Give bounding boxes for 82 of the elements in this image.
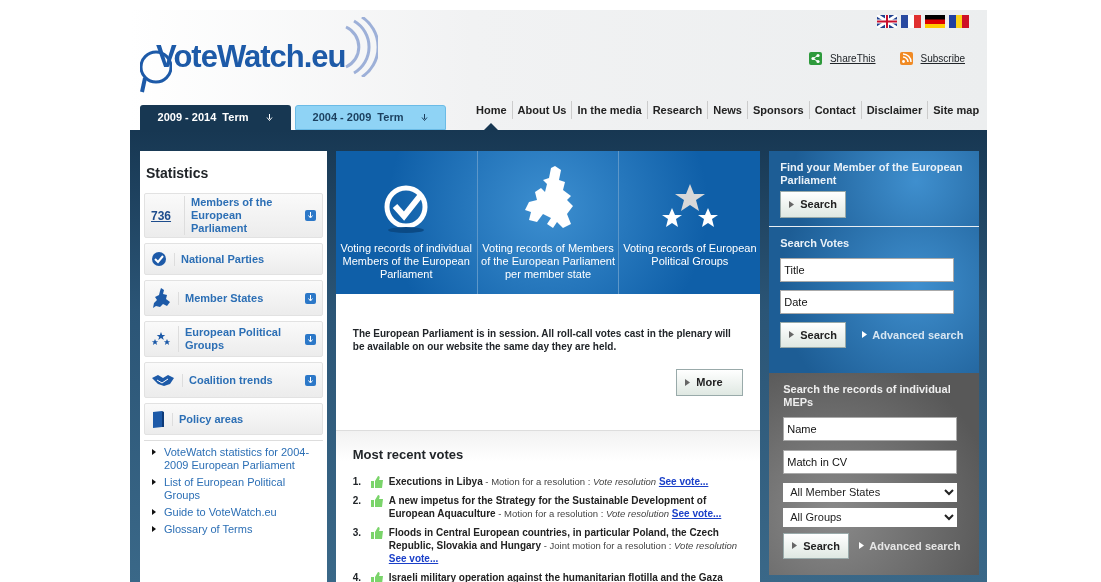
section-title: Statistics: [146, 164, 210, 183]
down-arrow-icon: [266, 114, 274, 121]
advanced-search-link[interactable]: Advanced search: [862, 326, 964, 343]
more-button[interactable]: More: [676, 369, 744, 396]
member-count[interactable]: 736: [151, 206, 177, 225]
thumbs-up-icon: [369, 474, 384, 488]
stat-menu-item[interactable]: European Political Groups: [144, 321, 323, 357]
stat-menu-item[interactable]: Member States: [144, 280, 323, 316]
triangle-icon: [792, 542, 798, 550]
bullet-icon: [152, 509, 156, 515]
panel-title: Search the records of individual MEPs: [783, 382, 952, 409]
triangle-icon: [789, 331, 795, 339]
term-tab[interactable]: 2004 - 2009 Term: [295, 105, 446, 130]
list-number: 1.: [352, 474, 363, 488]
nav-link[interactable]: In the media: [572, 101, 647, 119]
banner-tile[interactable]: Voting records of Members of the European Parliament per member state: [476, 151, 619, 294]
thumbs-up-icon: [369, 493, 384, 507]
vote-entry: A new impetus for the Strategy for the Sustainable Development of European Aquaculture - Motion for a resolution : Vote resolution See vote...: [388, 493, 723, 520]
subscribe-link[interactable]: Subscribe: [899, 51, 965, 66]
share-icon: [808, 52, 822, 65]
flag-icon[interactable]: [925, 15, 945, 28]
text-field[interactable]: Match in CV: [783, 449, 958, 474]
nav-link[interactable]: About Us: [512, 101, 572, 119]
list-number: 3.: [352, 525, 363, 540]
see-vote-link[interactable]: See vote...: [658, 475, 709, 487]
sidebar-link[interactable]: Guide to VoteWatch.eu: [164, 506, 277, 519]
nav-link[interactable]: News: [708, 101, 747, 119]
section-title: Most recent votes: [352, 446, 465, 464]
stat-menu-item[interactable]: Policy areas: [144, 403, 323, 435]
stat-menu-item[interactable]: 736 Members of the European Parliament: [144, 193, 323, 238]
panel-title: Find your Member of the European Parliament: [780, 161, 964, 187]
checkmark-badge-icon: [151, 251, 167, 267]
see-vote-link[interactable]: See vote...: [388, 552, 439, 564]
dropdown[interactable]: All Groups: [783, 507, 958, 527]
flag-icon[interactable]: [901, 15, 921, 28]
bullet-icon: [152, 449, 156, 455]
vote-entry: Israeli military operation against the humanitarian flotilla and the Gaza: [388, 570, 723, 582]
nav-link[interactable]: Research: [647, 101, 708, 119]
triangle-icon: [859, 542, 865, 550]
vote-entry: Executions in Libya - Motion for a resolution : Vote resolution See vote...: [388, 474, 709, 488]
stat-menu-item[interactable]: National Parties: [144, 243, 323, 275]
rss-icon: [899, 52, 913, 65]
handshake-icon: [151, 373, 175, 387]
thumbs-up-icon: [369, 570, 384, 582]
text-field[interactable]: Date: [780, 289, 955, 314]
text-field[interactable]: Title: [780, 257, 955, 282]
down-arrow-icon: [421, 114, 429, 121]
session-notice: The European Parliament is in session. All roll-call votes cast in the plenary will be available on our website the same day they are held.: [352, 327, 732, 353]
stat-menu-item[interactable]: Coalition trends: [144, 362, 323, 398]
europe-map-icon: [151, 287, 171, 309]
triangle-icon: [685, 378, 691, 386]
search-button[interactable]: Search: [780, 321, 847, 348]
bullet-icon: [152, 526, 156, 532]
search-button[interactable]: Search: [780, 191, 847, 218]
nav-link[interactable]: Disclaimer: [861, 101, 928, 119]
triangle-icon: [862, 331, 868, 339]
sidebar-link[interactable]: Glossary of Terms: [164, 523, 253, 536]
sidebar-link[interactable]: VoteWatch statistics for 2004-2009 European Parliament: [164, 446, 323, 472]
sidebar-link[interactable]: List of European Political Groups: [164, 476, 323, 502]
nav-link[interactable]: Sponsors: [747, 101, 809, 119]
vote-entry: Floods in Central European countries, in particular Poland, the Czech Republic, Slovakia and Hungary - Joint motion for a resolution : Vote resolution See vote...: [388, 525, 739, 565]
list-number: 4.: [352, 570, 363, 582]
text-field[interactable]: Name: [783, 416, 958, 441]
stars-icon: [151, 332, 171, 346]
triangle-icon: [789, 200, 795, 208]
nav-link[interactable]: Home: [471, 101, 512, 119]
thumbs-up-icon: [369, 525, 384, 539]
book-icon: [151, 410, 165, 428]
panel-title: Search Votes: [780, 236, 851, 250]
flag-icon[interactable]: [877, 15, 897, 28]
share-link[interactable]: ShareThis: [808, 51, 876, 66]
search-button[interactable]: Search: [783, 532, 850, 559]
nav-link[interactable]: Site map: [928, 101, 985, 119]
advanced-search-link[interactable]: Advanced search: [859, 537, 961, 554]
flag-icon[interactable]: [949, 15, 969, 28]
see-vote-link[interactable]: See vote...: [671, 507, 722, 519]
dropdown[interactable]: All Member States: [783, 482, 958, 502]
bullet-icon: [152, 479, 156, 485]
term-tab[interactable]: 2009 - 2014 Term: [140, 105, 291, 130]
list-number: 2.: [352, 493, 363, 508]
nav-link[interactable]: Contact: [809, 101, 861, 119]
banner-tile[interactable]: Voting records of individual Members of the European Parliament: [335, 151, 477, 294]
